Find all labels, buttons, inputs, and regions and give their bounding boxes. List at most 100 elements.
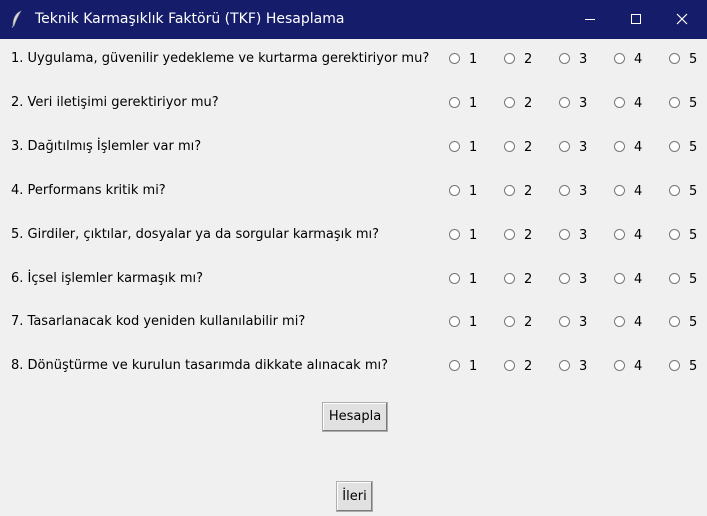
radio-label: 1 (469, 315, 478, 330)
radio-button[interactable] (559, 273, 570, 284)
radio-button[interactable] (559, 316, 570, 327)
radio-label: 2 (524, 228, 533, 243)
minimize-button[interactable] (568, 0, 614, 39)
radio-label: 4 (634, 359, 643, 374)
radio-button[interactable] (449, 229, 460, 240)
radio-label: 4 (634, 52, 643, 67)
question-label: 1. Uygulama, güvenilir yedekleme ve kurt… (11, 51, 430, 66)
maximize-button[interactable] (614, 0, 660, 39)
radio-label: 2 (524, 140, 533, 155)
radio-button[interactable] (614, 141, 625, 152)
radio-button[interactable] (669, 53, 680, 64)
question-label: 5. Girdiler, çıktılar, dosyalar ya da so… (11, 227, 380, 242)
radio-button[interactable] (614, 97, 625, 108)
radio-label: 1 (469, 184, 478, 199)
radio-label: 5 (689, 96, 698, 111)
radio-button[interactable] (614, 229, 625, 240)
radio-label: 3 (579, 359, 588, 374)
maximize-icon (631, 14, 641, 24)
radio-button[interactable] (504, 53, 515, 64)
radio-button[interactable] (449, 316, 460, 327)
radio-label: 4 (634, 315, 643, 330)
radio-button[interactable] (614, 53, 625, 64)
radio-label: 5 (689, 184, 698, 199)
radio-label: 3 (579, 184, 588, 199)
radio-button[interactable] (669, 360, 680, 371)
radio-label: 1 (469, 272, 478, 287)
radio-button[interactable] (614, 360, 625, 371)
question-label: 2. Veri iletişimi gerektiriyor mu? (11, 95, 219, 110)
question-row: 2. Veri iletişimi gerektiriyor mu? 1 2 3 4 5 (0, 94, 707, 114)
radio-label: 1 (469, 96, 478, 111)
radio-label: 5 (689, 315, 698, 330)
radio-button[interactable] (559, 185, 570, 196)
close-icon (676, 13, 688, 25)
question-row: 4. Performans kritik mi? 1 2 3 4 5 (0, 182, 707, 202)
radio-label: 5 (689, 272, 698, 287)
radio-button[interactable] (504, 97, 515, 108)
radio-label: 4 (634, 272, 643, 287)
radio-button[interactable] (559, 360, 570, 371)
close-button[interactable] (660, 0, 706, 39)
radio-button[interactable] (669, 273, 680, 284)
radio-button[interactable] (504, 185, 515, 196)
feather-icon (10, 10, 24, 28)
radio-button[interactable] (449, 360, 460, 371)
radio-button[interactable] (504, 316, 515, 327)
calculate-button[interactable]: Hesapla (322, 402, 388, 432)
radio-label: 2 (524, 272, 533, 287)
radio-button[interactable] (669, 185, 680, 196)
radio-label: 3 (579, 228, 588, 243)
radio-label: 2 (524, 359, 533, 374)
question-label: 8. Dönüştürme ve kurulun tasarımda dikka… (11, 358, 388, 373)
radio-label: 2 (524, 96, 533, 111)
radio-label: 5 (689, 140, 698, 155)
title-bar: Teknik Karmaşıklık Faktörü (TKF) Hesapla… (0, 0, 707, 39)
radio-button[interactable] (504, 141, 515, 152)
radio-label: 1 (469, 140, 478, 155)
question-row: 6. İçsel işlemler karmaşık mı? 1 2 3 4 5 (0, 270, 707, 290)
radio-button[interactable] (669, 141, 680, 152)
radio-button[interactable] (504, 229, 515, 240)
radio-label: 2 (524, 315, 533, 330)
radio-button[interactable] (504, 273, 515, 284)
radio-button[interactable] (449, 185, 460, 196)
radio-button[interactable] (669, 229, 680, 240)
radio-button[interactable] (449, 273, 460, 284)
radio-label: 5 (689, 359, 698, 374)
question-label: 7. Tasarlanacak kod yeniden kullanılabil… (11, 314, 306, 329)
question-label: 6. İçsel işlemler karmaşık mı? (11, 271, 204, 286)
radio-button[interactable] (449, 141, 460, 152)
radio-button[interactable] (559, 229, 570, 240)
minimize-icon (585, 19, 595, 20)
radio-label: 3 (579, 96, 588, 111)
radio-button[interactable] (559, 141, 570, 152)
question-row: 3. Dağıtılmış İşlemler var mı? 1 2 3 4 5 (0, 138, 707, 158)
radio-label: 1 (469, 359, 478, 374)
radio-button[interactable] (614, 316, 625, 327)
radio-label: 4 (634, 96, 643, 111)
radio-button[interactable] (559, 53, 570, 64)
radio-label: 4 (634, 184, 643, 199)
radio-label: 3 (579, 52, 588, 67)
radio-button[interactable] (669, 316, 680, 327)
radio-label: 1 (469, 228, 478, 243)
question-row: 7. Tasarlanacak kod yeniden kullanılabil… (0, 313, 707, 333)
window-title: Teknik Karmaşıklık Faktörü (TKF) Hesapla… (35, 11, 345, 27)
radio-button[interactable] (504, 360, 515, 371)
radio-label: 2 (524, 52, 533, 67)
next-button[interactable]: İleri (336, 481, 373, 512)
radio-label: 3 (579, 272, 588, 287)
radio-button[interactable] (449, 97, 460, 108)
radio-label: 3 (579, 315, 588, 330)
question-row: 8. Dönüştürme ve kurulun tasarımda dikka… (0, 357, 707, 377)
radio-label: 2 (524, 184, 533, 199)
question-label: 4. Performans kritik mi? (11, 183, 166, 198)
radio-button[interactable] (669, 97, 680, 108)
radio-button[interactable] (614, 273, 625, 284)
radio-label: 1 (469, 52, 478, 67)
radio-button[interactable] (559, 97, 570, 108)
radio-label: 3 (579, 140, 588, 155)
radio-button[interactable] (614, 185, 625, 196)
radio-button[interactable] (449, 53, 460, 64)
